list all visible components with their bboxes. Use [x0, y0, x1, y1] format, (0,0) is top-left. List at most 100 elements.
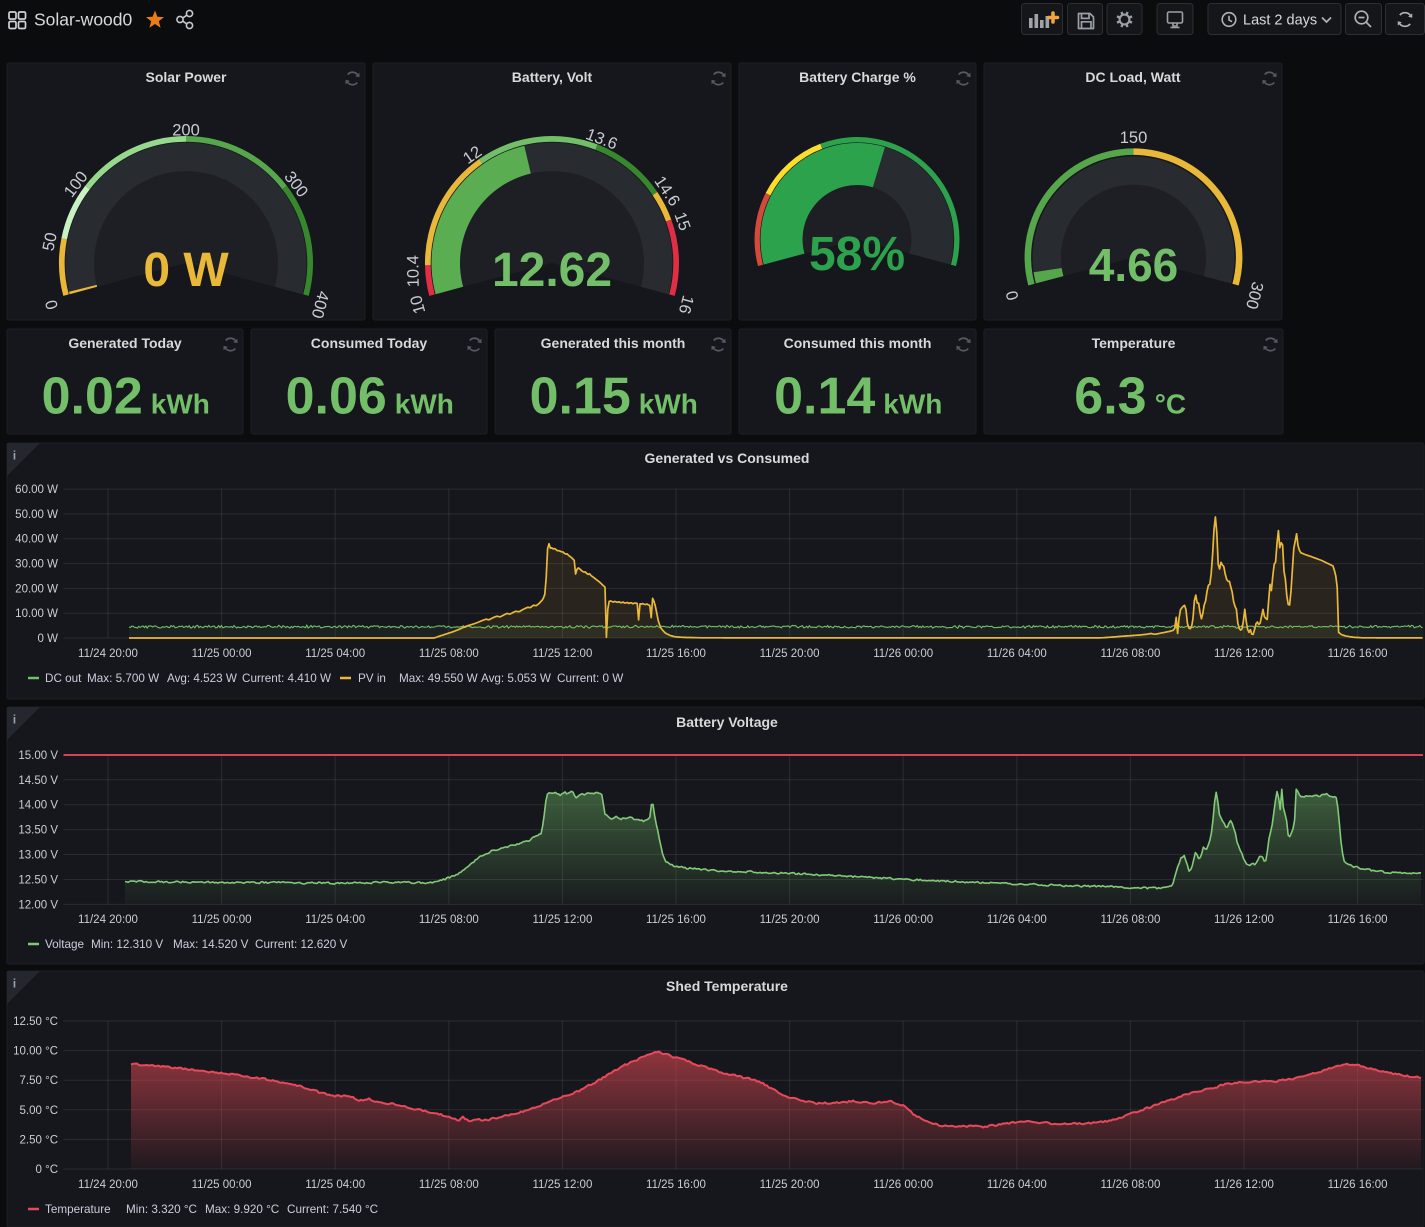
svg-text:11/26 00:00: 11/26 00:00 [873, 1179, 933, 1191]
svg-text:11/26 04:00: 11/26 04:00 [987, 648, 1047, 660]
svg-text:30.00 W: 30.00 W [15, 559, 58, 571]
svg-text:DC Load, Watt: DC Load, Watt [1085, 69, 1180, 85]
svg-text:i: i [13, 451, 16, 463]
svg-text:kWh: kWh [883, 389, 942, 420]
svg-text:60.00 W: 60.00 W [15, 484, 58, 496]
svg-text:12.00 V: 12.00 V [18, 899, 58, 911]
svg-text:°C: °C [1155, 389, 1186, 420]
svg-text:11/26 00:00: 11/26 00:00 [873, 648, 933, 660]
svg-text:Current: 7.540 °C: Current: 7.540 °C [287, 1203, 378, 1216]
svg-text:5.00 °C: 5.00 °C [20, 1105, 58, 1117]
svg-text:Voltage: Voltage [45, 938, 84, 951]
svg-text:11/26 08:00: 11/26 08:00 [1100, 914, 1160, 926]
svg-text:Battery Voltage: Battery Voltage [676, 714, 778, 730]
svg-text:11/25 00:00: 11/25 00:00 [192, 914, 252, 926]
svg-text:11/25 16:00: 11/25 16:00 [646, 914, 706, 926]
svg-text:12.62: 12.62 [492, 244, 612, 297]
svg-text:7.50 °C: 7.50 °C [20, 1075, 58, 1087]
svg-text:50.00 W: 50.00 W [15, 509, 58, 521]
svg-text:10.4: 10.4 [404, 255, 423, 287]
svg-text:11/25 20:00: 11/25 20:00 [760, 1179, 820, 1191]
svg-text:0.14: 0.14 [774, 368, 875, 426]
svg-text:Shed Temperature: Shed Temperature [666, 978, 788, 994]
svg-text:11/26 12:00: 11/26 12:00 [1214, 648, 1274, 660]
svg-text:11/26 16:00: 11/26 16:00 [1328, 1179, 1388, 1191]
svg-text:11/25 04:00: 11/25 04:00 [305, 914, 365, 926]
svg-text:10.00 W: 10.00 W [15, 608, 58, 620]
svg-text:kWh: kWh [151, 389, 210, 420]
svg-text:11/25 00:00: 11/25 00:00 [192, 1179, 252, 1191]
svg-text:Avg: 5.053 W: Avg: 5.053 W [481, 672, 551, 685]
svg-text:11/25 04:00: 11/25 04:00 [305, 648, 365, 660]
svg-text:15.00 V: 15.00 V [18, 750, 58, 762]
svg-text:11/25 08:00: 11/25 08:00 [419, 648, 479, 660]
svg-text:20.00 W: 20.00 W [15, 583, 58, 595]
svg-text:40.00 W: 40.00 W [15, 534, 58, 546]
svg-text:11/25 16:00: 11/25 16:00 [646, 648, 706, 660]
svg-text:kWh: kWh [639, 389, 698, 420]
svg-text:Min: 3.320 °C: Min: 3.320 °C [126, 1203, 197, 1216]
svg-text:Last 2 days: Last 2 days [1243, 13, 1317, 29]
svg-text:Max: 14.520 V: Max: 14.520 V [173, 938, 249, 951]
svg-text:Consumed Today: Consumed Today [311, 335, 428, 351]
svg-text:6.3: 6.3 [1074, 368, 1146, 426]
svg-text:11/25 20:00: 11/25 20:00 [760, 914, 820, 926]
svg-text:11/25 00:00: 11/25 00:00 [192, 648, 252, 660]
svg-text:11/26 16:00: 11/26 16:00 [1328, 648, 1388, 660]
svg-text:11/24 20:00: 11/24 20:00 [78, 648, 138, 660]
svg-text:Avg: 4.523 W: Avg: 4.523 W [167, 672, 237, 685]
svg-text:11/24 20:00: 11/24 20:00 [78, 914, 138, 926]
svg-text:Generated vs Consumed: Generated vs Consumed [645, 450, 810, 466]
svg-text:11/26 04:00: 11/26 04:00 [987, 1179, 1047, 1191]
svg-text:Min: 12.310 V: Min: 12.310 V [91, 938, 163, 951]
svg-text:11/26 00:00: 11/26 00:00 [873, 914, 933, 926]
svg-text:DC out: DC out [45, 672, 82, 685]
svg-text:12.50 V: 12.50 V [18, 875, 58, 887]
svg-text:0.15: 0.15 [530, 368, 631, 426]
svg-text:11/24 20:00: 11/24 20:00 [78, 1179, 138, 1191]
svg-text:11/25 12:00: 11/25 12:00 [532, 914, 592, 926]
svg-text:0.06: 0.06 [286, 368, 387, 426]
svg-text:Generated this month: Generated this month [541, 335, 686, 351]
svg-text:58%: 58% [809, 228, 905, 281]
svg-text:2.50 °C: 2.50 °C [20, 1134, 58, 1146]
svg-text:0 W: 0 W [38, 633, 59, 645]
svg-text:12.50 °C: 12.50 °C [13, 1016, 58, 1028]
svg-text:11/26 16:00: 11/26 16:00 [1328, 914, 1388, 926]
svg-text:PV in: PV in [358, 672, 386, 685]
svg-text:0 W: 0 W [143, 244, 229, 297]
svg-text:0.02: 0.02 [42, 368, 143, 426]
svg-text:11/26 08:00: 11/26 08:00 [1100, 1179, 1160, 1191]
svg-text:11/25 20:00: 11/25 20:00 [760, 648, 820, 660]
svg-text:14.00 V: 14.00 V [18, 800, 58, 812]
svg-text:11/25 08:00: 11/25 08:00 [419, 1179, 479, 1191]
svg-text:11/25 12:00: 11/25 12:00 [532, 1179, 592, 1191]
svg-text:11/25 08:00: 11/25 08:00 [419, 914, 479, 926]
svg-text:Temperature: Temperature [45, 1203, 111, 1216]
svg-text:Solar-wood0: Solar-wood0 [34, 10, 133, 30]
svg-text:200: 200 [172, 121, 200, 139]
svg-text:4.66: 4.66 [1089, 239, 1179, 291]
svg-text:Max: 49.550 W: Max: 49.550 W [399, 672, 478, 685]
svg-text:Temperature: Temperature [1092, 335, 1176, 351]
svg-text:Battery, Volt: Battery, Volt [512, 69, 593, 85]
svg-text:11/25 04:00: 11/25 04:00 [305, 1179, 365, 1191]
svg-text:Consumed this month: Consumed this month [784, 335, 932, 351]
svg-text:Current: 0 W: Current: 0 W [557, 672, 623, 685]
svg-text:14.50 V: 14.50 V [18, 775, 58, 787]
svg-text:11/25 16:00: 11/25 16:00 [646, 1179, 706, 1191]
svg-text:11/26 12:00: 11/26 12:00 [1214, 914, 1274, 926]
svg-text:50: 50 [40, 231, 61, 253]
svg-text:Max: 5.700 W: Max: 5.700 W [87, 672, 159, 685]
svg-text:kWh: kWh [395, 389, 454, 420]
svg-text:Battery Charge %: Battery Charge % [799, 69, 916, 85]
svg-text:Solar Power: Solar Power [146, 69, 227, 85]
svg-text:Max: 9.920 °C: Max: 9.920 °C [205, 1203, 279, 1216]
svg-text:13.50 V: 13.50 V [18, 825, 58, 837]
svg-text:Current: 12.620 V: Current: 12.620 V [255, 938, 347, 951]
svg-text:0 °C: 0 °C [36, 1164, 59, 1176]
svg-text:10.00 °C: 10.00 °C [13, 1046, 58, 1058]
svg-text:11/26 04:00: 11/26 04:00 [987, 914, 1047, 926]
svg-text:150: 150 [1120, 129, 1148, 147]
svg-text:11/26 12:00: 11/26 12:00 [1214, 1179, 1274, 1191]
